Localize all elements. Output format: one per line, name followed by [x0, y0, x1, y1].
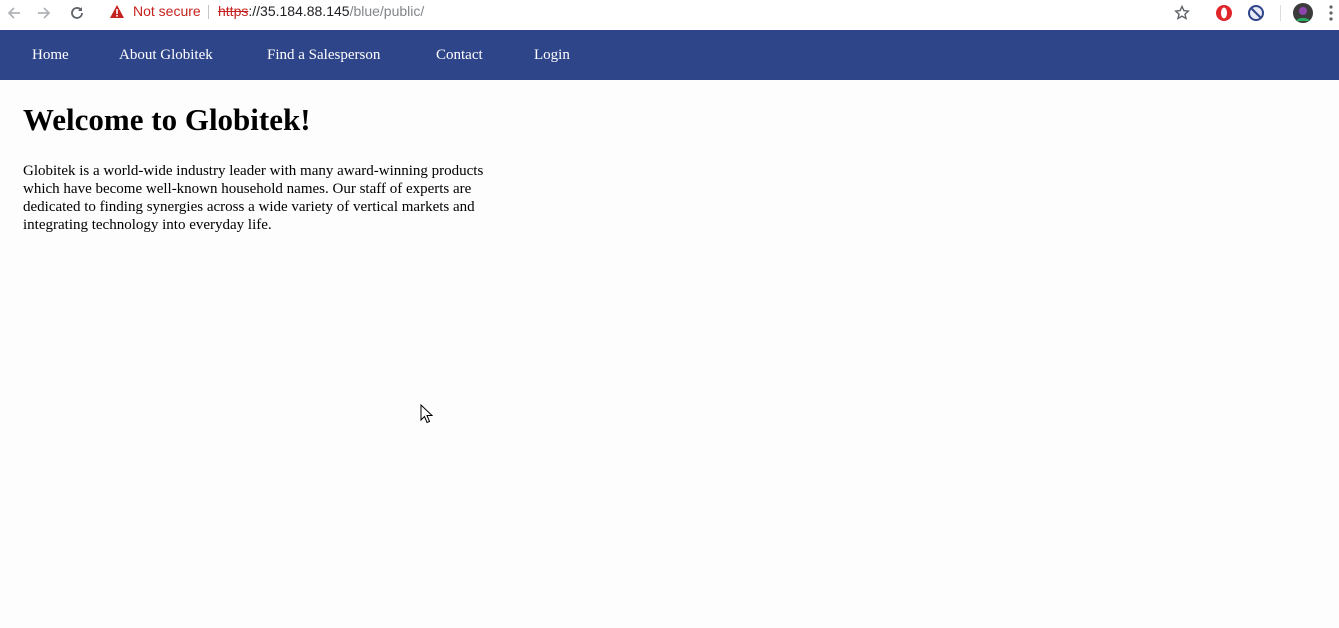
browser-toolbar: Not secure https://35.184.88.145/blue/pu…: [0, 0, 1339, 30]
divider: [208, 5, 209, 19]
nav-about-globitek[interactable]: About Globitek: [119, 47, 213, 64]
kebab-menu-icon: [1329, 5, 1333, 21]
url-host: ://35.184.88.145: [248, 3, 350, 19]
page-title: Welcome to Globitek!: [23, 102, 311, 137]
url-path: /blue/public/: [349, 3, 425, 19]
bookmark-button[interactable]: [1171, 2, 1193, 24]
security-status[interactable]: Not secure: [133, 3, 201, 19]
profile-button[interactable]: [1292, 2, 1314, 24]
intro-paragraph: Globitek is a world-wide industry leader…: [23, 163, 484, 233]
opera-extension-button[interactable]: [1213, 2, 1235, 24]
arrow-left-icon: [7, 7, 20, 19]
reload-button[interactable]: [64, 2, 90, 24]
nav-find-salesperson[interactable]: Find a Salesperson: [267, 47, 380, 64]
menu-button[interactable]: [1323, 2, 1339, 24]
arrow-right-icon: [38, 7, 51, 19]
main-content: Welcome to Globitek! Globitek is a world…: [23, 80, 523, 234]
mouse-cursor-icon: [420, 403, 434, 429]
forward-button[interactable]: [31, 2, 57, 24]
url-scheme: https: [218, 3, 249, 19]
nav-contact[interactable]: Contact: [436, 47, 483, 64]
nav-home[interactable]: Home: [32, 47, 69, 64]
warning-triangle-icon[interactable]: [109, 4, 125, 19]
site-navigation: Home About Globitek Find a Salesperson C…: [0, 30, 1339, 80]
address-bar[interactable]: https://35.184.88.145/blue/public/: [218, 3, 424, 19]
star-icon: [1174, 5, 1190, 20]
block-extension-button[interactable]: [1245, 2, 1267, 24]
avatar: [1293, 3, 1313, 23]
reload-icon: [71, 7, 83, 19]
opera-icon: [1216, 5, 1232, 21]
divider: [1280, 5, 1281, 21]
nav-login[interactable]: Login: [534, 47, 570, 64]
back-button[interactable]: [1, 2, 27, 24]
block-icon: [1248, 5, 1264, 21]
